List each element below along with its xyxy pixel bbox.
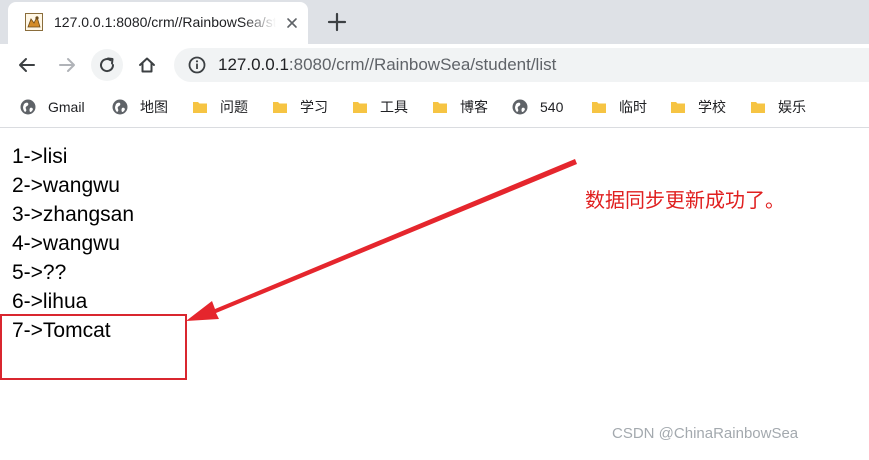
bookmark-folder-questions[interactable]: 问题 bbox=[192, 96, 248, 118]
bookmark-label: 临时 bbox=[619, 99, 647, 115]
tomcat-icon bbox=[25, 13, 43, 31]
watermark: CSDN @ChinaRainbowSea bbox=[612, 425, 799, 442]
browser-toolbar: 127.0.0.1:8080/crm//RainbowSea/student/l… bbox=[0, 44, 869, 86]
reload-icon bbox=[100, 57, 115, 73]
close-icon[interactable] bbox=[284, 15, 300, 31]
bookmark-label: Gmail bbox=[48, 99, 85, 115]
arrow-left-icon bbox=[19, 58, 35, 72]
home-button[interactable] bbox=[131, 49, 163, 81]
annotation-arrow bbox=[186, 159, 577, 321]
page-content: 1->lisi 2->wangwu 3->zhangsan 4->wangwu … bbox=[0, 129, 869, 460]
annotation-text: 数据同步更新成功了。 bbox=[585, 190, 785, 212]
url-path: :8080/crm//RainbowSea/student/list bbox=[288, 55, 557, 74]
bookmark-label: 博客 bbox=[460, 99, 488, 115]
bookmark-folder-temp[interactable]: 临时 bbox=[591, 96, 647, 118]
bookmark-label: 娱乐 bbox=[778, 99, 806, 115]
bookmark-folder-study[interactable]: 学习 bbox=[272, 96, 328, 118]
globe-icon bbox=[112, 99, 128, 115]
folder-icon bbox=[592, 102, 606, 113]
folder-icon bbox=[353, 102, 367, 113]
browser-tab[interactable]: 127.0.0.1:8080/crm//RainbowSea/student/l… bbox=[8, 2, 308, 44]
bookmark-label: 学习 bbox=[300, 99, 328, 115]
tab-strip: 127.0.0.1:8080/crm//RainbowSea/student/l… bbox=[0, 0, 869, 44]
folder-icon bbox=[433, 102, 447, 113]
bookmark-label: 工具 bbox=[380, 99, 408, 115]
folder-icon bbox=[751, 102, 765, 113]
bookmark-label: 学校 bbox=[698, 99, 726, 115]
tab-title: 127.0.0.1:8080/crm//RainbowSea/student/l… bbox=[54, 14, 276, 30]
bookmark-gmail[interactable]: Gmail bbox=[20, 96, 85, 118]
url-text: 127.0.0.1:8080/crm//RainbowSea/student/l… bbox=[218, 55, 556, 75]
bookmark-label: 地图 bbox=[140, 99, 168, 115]
bookmark-label: 问题 bbox=[220, 99, 248, 115]
bookmark-folder-fun[interactable]: 娱乐 bbox=[750, 96, 806, 118]
info-icon[interactable] bbox=[188, 56, 206, 74]
bookmark-label: 540 bbox=[540, 99, 564, 115]
home-icon bbox=[139, 57, 155, 73]
globe-icon bbox=[20, 99, 36, 115]
bookmark-folder-tools[interactable]: 工具 bbox=[352, 96, 408, 118]
arrow-right-icon bbox=[59, 58, 75, 72]
bookmark-folder-school[interactable]: 学校 bbox=[670, 96, 726, 118]
reload-button[interactable] bbox=[91, 49, 123, 81]
folder-icon bbox=[671, 102, 685, 113]
globe-icon bbox=[512, 99, 528, 115]
folder-icon bbox=[193, 102, 207, 113]
folder-icon bbox=[273, 102, 287, 113]
bookmark-map[interactable]: 地图 bbox=[112, 96, 168, 118]
url-host: 127.0.0.1 bbox=[218, 55, 289, 74]
address-bar[interactable]: 127.0.0.1:8080/crm//RainbowSea/student/l… bbox=[174, 48, 869, 82]
back-button[interactable] bbox=[11, 49, 43, 81]
bookmark-540[interactable]: 540 bbox=[512, 96, 563, 118]
forward-button[interactable] bbox=[51, 49, 83, 81]
new-tab-button[interactable] bbox=[324, 9, 350, 35]
bookmark-folder-blog[interactable]: 博客 bbox=[432, 96, 488, 118]
bookmarks-bar: Gmail 地图 问题 学习 工具 博客 540 临时 学校 娱乐 bbox=[0, 86, 869, 128]
